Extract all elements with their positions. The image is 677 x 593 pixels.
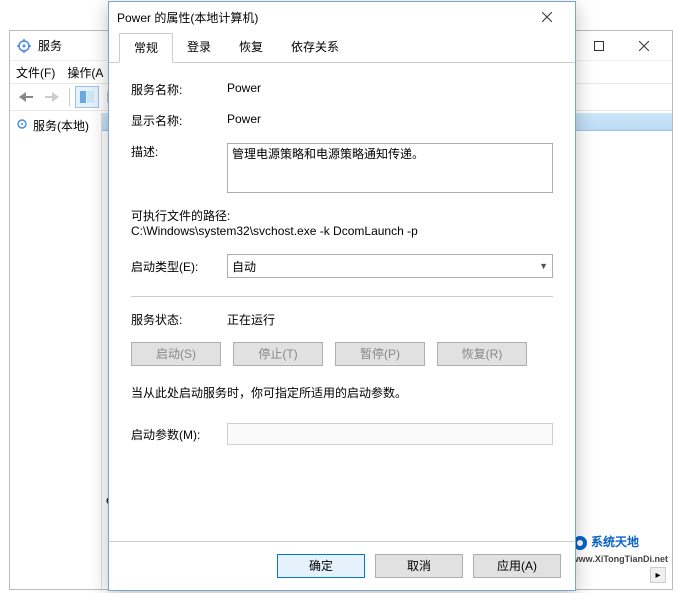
- forward-button[interactable]: [40, 86, 64, 108]
- label-service-status: 服务状态:: [131, 311, 227, 328]
- label-startup-type: 启动类型(E):: [131, 258, 227, 275]
- tab-general[interactable]: 常规: [119, 33, 173, 63]
- watermark-url: www.XiTongTianDi.net: [572, 554, 668, 564]
- maximize-button[interactable]: [576, 32, 621, 60]
- tree-item-label: 服务(本地): [33, 117, 89, 134]
- resume-button: 恢复(R): [437, 342, 527, 366]
- start-button: 启动(S): [131, 342, 221, 366]
- stop-button: 停止(T): [233, 342, 323, 366]
- back-button[interactable]: [14, 86, 38, 108]
- value-exe-path: C:\Windows\system32\svchost.exe -k DcomL…: [131, 224, 553, 238]
- value-service-name: Power: [227, 81, 553, 95]
- apply-button[interactable]: 应用(A): [473, 554, 561, 578]
- startup-type-select[interactable]: 自动 ▼: [227, 254, 553, 278]
- label-service-name: 服务名称:: [131, 81, 227, 98]
- tab-dependencies[interactable]: 依存关系: [277, 33, 353, 63]
- description-textarea[interactable]: 管理电源策略和电源策略通知传递。: [227, 143, 553, 193]
- services-tree: 服务(本地): [10, 113, 102, 589]
- tab-logon[interactable]: 登录: [173, 33, 225, 63]
- label-exe-path: 可执行文件的路径:: [131, 207, 553, 224]
- dialog-close-button[interactable]: [527, 4, 567, 30]
- general-panel: 服务名称: Power 显示名称: Power 描述: 管理电源策略和电源策略通…: [109, 63, 575, 541]
- startup-type-selected: 自动: [232, 258, 256, 275]
- watermark: 系统天地 www.XiTongTianDi.net: [572, 533, 668, 565]
- watermark-text: 系统天地: [591, 535, 639, 549]
- value-display-name: Power: [227, 112, 553, 126]
- dialog-title: Power 的属性(本地计算机): [117, 9, 527, 26]
- close-button[interactable]: [621, 32, 666, 60]
- scroll-right-button[interactable]: ▸: [650, 567, 666, 583]
- properties-dialog: Power 的属性(本地计算机) 常规 登录 恢复 依存关系 服务名称: Pow…: [108, 1, 576, 591]
- label-description: 描述:: [131, 143, 227, 160]
- view-button[interactable]: [75, 86, 99, 108]
- tabs: 常规 登录 恢复 依存关系: [109, 32, 575, 63]
- menu-action[interactable]: 操作(A: [67, 64, 103, 81]
- tree-item-services-local[interactable]: 服务(本地): [12, 115, 99, 136]
- dialog-title-bar: Power 的属性(本地计算机): [109, 2, 575, 32]
- service-control-buttons: 启动(S) 停止(T) 暂停(P) 恢复(R): [131, 342, 553, 366]
- gear-icon: [15, 117, 29, 134]
- menu-file[interactable]: 文件(F): [16, 64, 55, 81]
- divider: [131, 296, 553, 297]
- label-start-params: 启动参数(M):: [131, 426, 227, 443]
- dialog-buttons: 确定 取消 应用(A): [109, 541, 575, 590]
- value-service-status: 正在运行: [227, 311, 553, 328]
- ok-button[interactable]: 确定: [277, 554, 365, 578]
- tab-recovery[interactable]: 恢复: [225, 33, 277, 63]
- chevron-down-icon: ▼: [539, 261, 548, 271]
- pause-button: 暂停(P): [335, 342, 425, 366]
- start-params-note: 当从此处启动服务时，你可指定所适用的启动参数。: [131, 384, 553, 401]
- start-params-input: [227, 423, 553, 445]
- toolbar-separator: [69, 88, 70, 106]
- cancel-button[interactable]: 取消: [375, 554, 463, 578]
- label-display-name: 显示名称:: [131, 112, 227, 129]
- services-icon: [16, 38, 32, 54]
